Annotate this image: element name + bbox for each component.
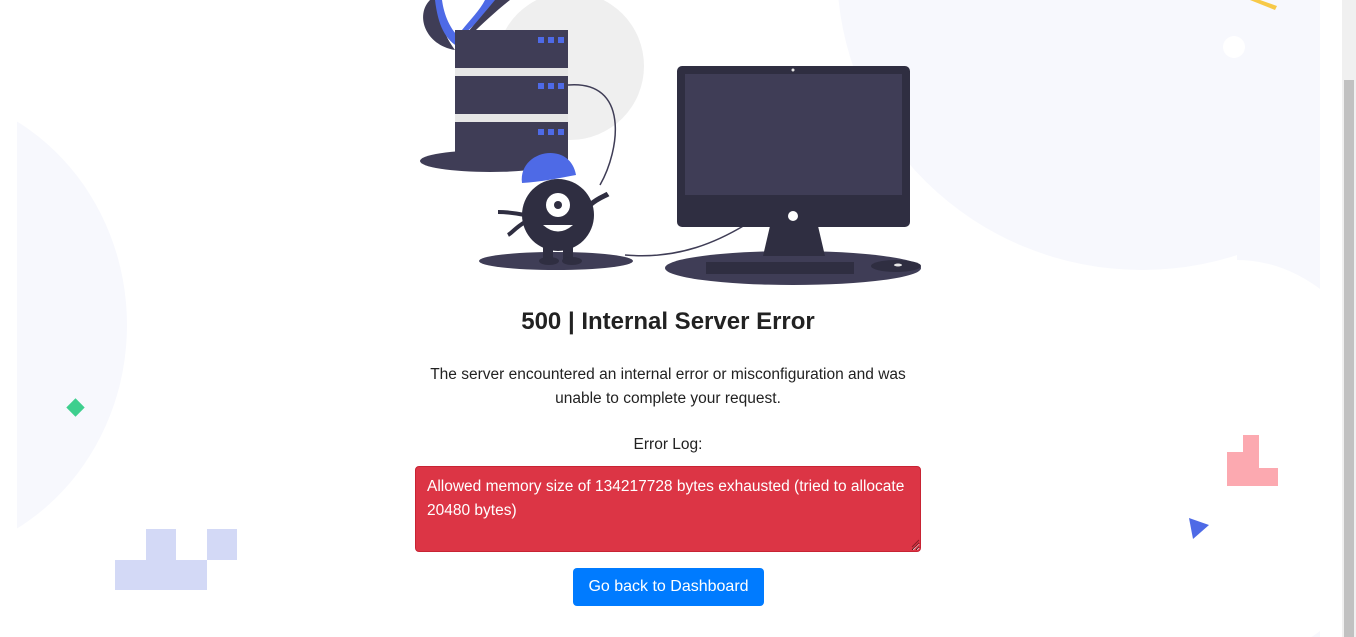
error-title: 500 | Internal Server Error (521, 308, 815, 335)
error-log-textarea[interactable]: Allowed memory size of 134217728 bytes e… (415, 466, 921, 552)
green-diamond-icon (66, 398, 85, 417)
white-dot-icon (1223, 36, 1245, 58)
blue-triangle-icon (1189, 518, 1209, 539)
error-log-label: Error Log: (633, 436, 703, 453)
error-message: The server encountered an internal error… (430, 366, 906, 407)
server-error-illustration (420, 0, 921, 285)
lavender-blocks-icon (115, 529, 237, 590)
scrollbar-thumb[interactable] (1344, 80, 1354, 637)
resize-grip-icon[interactable] (911, 539, 920, 548)
back-to-dashboard-button[interactable]: Go back to Dashboard (573, 568, 764, 606)
yellow-bar-icon (1250, 0, 1277, 10)
